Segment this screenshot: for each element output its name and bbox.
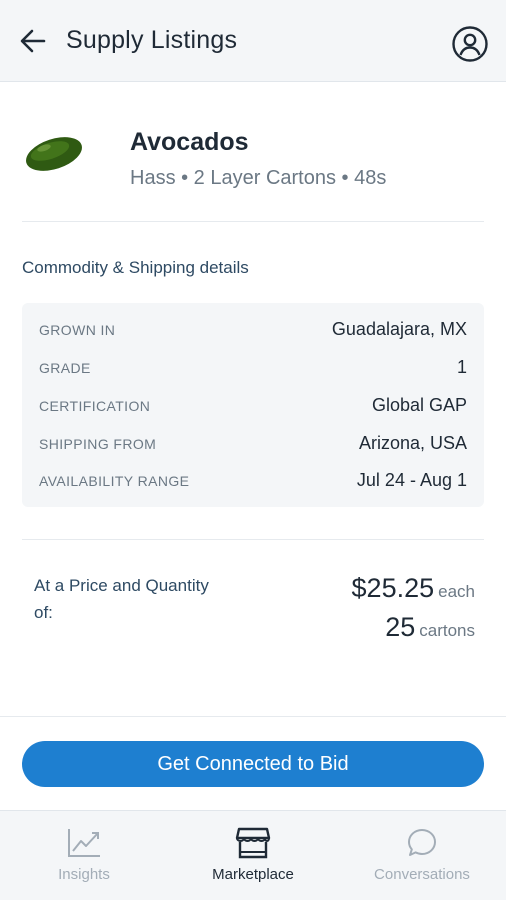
arrow-left-icon: [20, 29, 46, 53]
price-unit: each: [438, 582, 475, 601]
profile-button[interactable]: [450, 24, 490, 64]
price-value: $25.25: [351, 573, 435, 603]
detail-row-grade: GRADE 1: [22, 354, 484, 384]
divider: [22, 539, 484, 540]
detail-value: Arizona, USA: [358, 433, 467, 453]
bottom-tab-bar: Insights Marketplace Conversations: [0, 810, 506, 900]
user-circle-icon: [452, 26, 488, 62]
product-subtitle: Hass • 2 Layer Cartons • 48s: [130, 167, 387, 189]
tab-label: Marketplace: [212, 866, 294, 883]
get-connected-button[interactable]: Get Connected to Bid: [22, 741, 484, 787]
product-summary: Avocados Hass • 2 Layer Cartons • 48s: [0, 100, 506, 220]
price-quantity-label: At a Price and Quantity of:: [34, 576, 209, 622]
detail-row-availability-range: AVAILABILITY RANGE Jul 24 - Aug 1: [22, 467, 484, 497]
detail-label: SHIPPING FROM: [39, 436, 157, 452]
page-title: Supply Listings: [66, 26, 238, 54]
quantity-value: 25: [385, 612, 416, 642]
tab-marketplace[interactable]: Marketplace: [169, 811, 337, 900]
detail-value: Jul 24 - Aug 1: [356, 470, 467, 490]
detail-value: 1: [456, 357, 467, 377]
chat-bubble-icon: [403, 825, 441, 861]
storefront-icon: [234, 825, 272, 861]
detail-label: CERTIFICATION: [39, 398, 151, 414]
detail-row-grown-in: GROWN IN Guadalajara, MX: [22, 316, 484, 346]
avocado-icon: [26, 137, 82, 171]
tab-insights[interactable]: Insights: [0, 811, 168, 900]
price-display: $25.25 each: [352, 573, 475, 604]
detail-value: Guadalajara, MX: [331, 319, 467, 339]
divider: [22, 221, 484, 222]
detail-label: GROWN IN: [39, 322, 116, 338]
product-name: Avocados: [130, 128, 249, 156]
detail-label: GRADE: [39, 360, 91, 376]
detail-label: AVAILABILITY RANGE: [39, 473, 190, 489]
tab-label: Insights: [58, 866, 110, 883]
detail-row-shipping-from: SHIPPING FROM Arizona, USA: [22, 430, 484, 460]
tab-conversations[interactable]: Conversations: [338, 811, 506, 900]
back-button[interactable]: [16, 24, 50, 58]
details-table: GROWN IN Guadalajara, MX GRADE 1 CERTIFI…: [22, 303, 484, 507]
detail-row-certification: CERTIFICATION Global GAP: [22, 392, 484, 422]
cta-area: Get Connected to Bid: [0, 716, 506, 810]
tab-label: Conversations: [374, 866, 470, 883]
chart-line-icon: [65, 825, 103, 861]
section-title: Commodity & Shipping details: [22, 258, 249, 277]
detail-value: Global GAP: [371, 395, 467, 415]
app-header: Supply Listings: [0, 0, 506, 82]
quantity-unit: cartons: [419, 621, 475, 640]
quantity-display: 25 cartons: [385, 612, 475, 643]
